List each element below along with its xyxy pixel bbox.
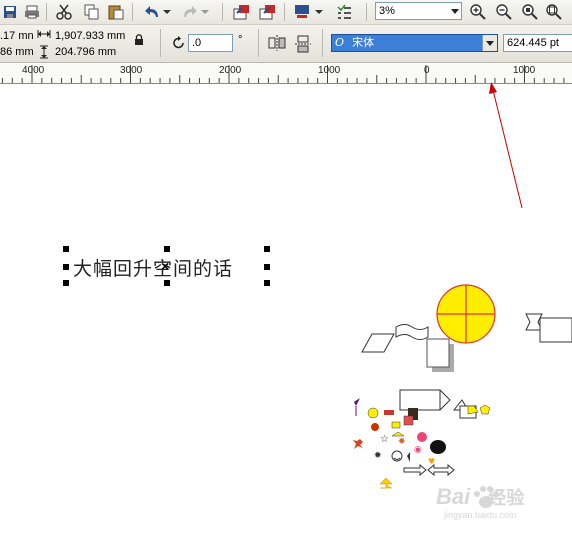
- ruler-label: 1000: [318, 65, 341, 76]
- separator: [160, 29, 161, 57]
- export-icon[interactable]: [258, 2, 278, 22]
- separator: [366, 3, 367, 21]
- zoom-to-page-icon[interactable]: [544, 2, 564, 22]
- selection-handle[interactable]: [63, 280, 69, 286]
- center-x-icon: ×: [161, 258, 170, 274]
- separator: [284, 3, 285, 21]
- property-bar: .17 mn 86 mm 1,907.933 mm 204.796 mm .0 …: [0, 25, 572, 63]
- x-position-field[interactable]: .17 mn: [0, 30, 34, 42]
- font-size-field[interactable]: 624.445 pt: [503, 34, 572, 52]
- undo-dropdown-icon[interactable]: [162, 2, 172, 22]
- rotation-angle-field[interactable]: .0: [188, 34, 233, 52]
- chevron-down-icon[interactable]: [482, 35, 497, 51]
- paste-icon[interactable]: [106, 2, 126, 22]
- selection-handle[interactable]: [164, 280, 170, 286]
- ruler-label: 1000: [513, 65, 536, 76]
- application-launcher-icon[interactable]: [292, 2, 312, 22]
- ruler-label: 4000: [22, 65, 45, 76]
- selected-text-object[interactable]: 大幅回升空间的话: [73, 254, 233, 281]
- mirror-horizontal-icon[interactable]: [268, 35, 286, 54]
- annotation-arrow: [489, 82, 523, 209]
- cut-icon[interactable]: [54, 2, 74, 22]
- selection-handle[interactable]: [63, 246, 69, 252]
- separator: [222, 3, 223, 21]
- chevron-down-icon[interactable]: [448, 3, 461, 19]
- redo-dropdown-icon[interactable]: [200, 2, 210, 22]
- undo-icon[interactable]: [142, 2, 162, 22]
- width-icon: [37, 29, 51, 42]
- font-size-value: 624.445 pt: [507, 37, 559, 49]
- selection-handle[interactable]: [264, 280, 270, 286]
- watermark-url: jingyan.baidu.com: [444, 510, 517, 520]
- opentype-font-icon: O: [335, 36, 345, 49]
- drawing-canvas[interactable]: 大幅回升空间的话 × ☆ ✸ ◉ ✹ ♥ Bai 经验 jingyan.baid…: [0, 82, 572, 555]
- import-icon[interactable]: [232, 2, 252, 22]
- font-list-select[interactable]: O 宋体: [331, 34, 498, 52]
- launcher-dropdown-icon[interactable]: [314, 2, 324, 22]
- font-name-value: 宋体: [352, 37, 375, 49]
- ruler-label: 2000: [219, 65, 242, 76]
- height-field[interactable]: 204.796 mm: [55, 46, 116, 58]
- welcome-screen-icon[interactable]: [334, 2, 354, 22]
- rotation-angle-value: .0: [192, 37, 202, 49]
- separator: [132, 3, 133, 21]
- save-icon[interactable]: [0, 2, 20, 22]
- height-icon: [39, 45, 49, 62]
- separator: [46, 3, 47, 21]
- redo-icon[interactable]: [180, 2, 200, 22]
- ruler-label: 0: [424, 65, 430, 76]
- ruler-label: 3000: [120, 65, 143, 76]
- zoom-out-icon[interactable]: [494, 2, 514, 22]
- print-icon[interactable]: [22, 2, 42, 22]
- separator: [258, 29, 259, 57]
- zoom-to-selection-icon[interactable]: [520, 2, 540, 22]
- selection-handle[interactable]: [63, 264, 69, 270]
- svg-text:✹: ✹: [374, 451, 382, 461]
- copy-icon[interactable]: [82, 2, 102, 22]
- paw-logo-icon: [474, 486, 499, 508]
- standard-toolbar: 3%: [0, 0, 572, 25]
- selection-handle[interactable]: [164, 246, 170, 252]
- width-field[interactable]: 1,907.933 mm: [55, 30, 125, 42]
- selection-handle[interactable]: [264, 264, 270, 270]
- rotate-icon: [172, 36, 186, 53]
- separator: [322, 29, 323, 57]
- mirror-vertical-icon[interactable]: [295, 35, 311, 56]
- zoom-level-select[interactable]: 3%: [375, 2, 462, 20]
- zoom-in-icon[interactable]: [468, 2, 488, 22]
- zoom-level-value: 3%: [379, 5, 395, 17]
- svg-text:✸: ✸: [398, 437, 406, 447]
- y-position-field[interactable]: 86 mm: [0, 46, 34, 58]
- lock-ratio-icon[interactable]: [134, 33, 144, 48]
- svg-text:☆: ☆: [380, 434, 389, 445]
- selection-handle[interactable]: [264, 246, 270, 252]
- watermark-main: Bai: [436, 484, 471, 509]
- shapes-cluster: ☆ ✸ ◉ ✹ ♥: [353, 284, 572, 489]
- degree-label: °: [238, 34, 243, 46]
- svg-text:◉: ◉: [414, 445, 422, 455]
